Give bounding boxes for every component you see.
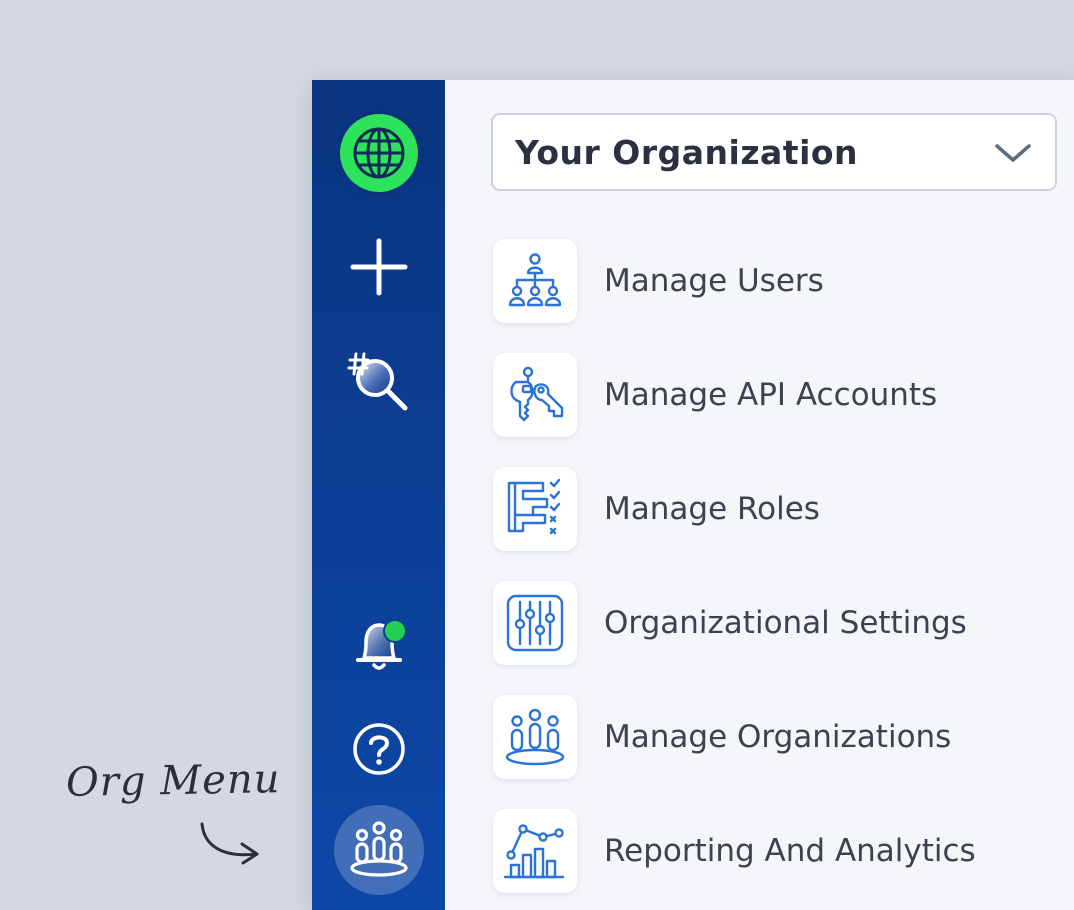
- menu-item-label: Manage Organizations: [604, 719, 952, 755]
- menu-icon-box: [493, 467, 577, 551]
- bell-icon: [355, 619, 407, 670]
- analytics-chart-icon: [503, 824, 565, 879]
- organization-select-value: Your Organization: [515, 132, 859, 172]
- help-button[interactable]: [312, 718, 445, 780]
- plus-icon: [350, 238, 407, 296]
- menu-item-manage-organizations[interactable]: Manage Organizations: [493, 694, 1033, 780]
- menu-item-manage-users[interactable]: Manage Users: [493, 238, 1033, 324]
- create-button[interactable]: [312, 232, 445, 302]
- org-menu-panel: Your Organization Manage Users Manage AP…: [445, 80, 1074, 910]
- organization-icon: [349, 821, 408, 877]
- home-button[interactable]: [312, 114, 445, 192]
- org-menu-button[interactable]: [312, 804, 445, 896]
- menu-item-organizational-settings[interactable]: Organizational Settings: [493, 580, 1033, 666]
- globe-badge: [339, 114, 418, 192]
- hashtag-search-button[interactable]: [312, 346, 445, 418]
- organizations-icon: [505, 708, 565, 766]
- menu-icon-box: [493, 239, 577, 323]
- keys-icon: [510, 366, 564, 422]
- menu-icon-box: [493, 809, 577, 893]
- user-hierarchy-icon: [508, 253, 562, 307]
- notifications-button[interactable]: [312, 615, 445, 679]
- menu-item-label: Reporting And Analytics: [604, 833, 976, 869]
- globe-icon: [353, 127, 404, 179]
- app-window: Your Organization Manage Users Manage AP…: [312, 80, 1074, 910]
- notification-dot: [382, 619, 407, 643]
- menu-icon-box: [493, 581, 577, 665]
- menu-item-label: Manage Users: [604, 263, 824, 299]
- org-menu-active-bg: [333, 805, 424, 895]
- chevron-down-icon: [995, 144, 1031, 162]
- menu-icon-box: [493, 695, 577, 779]
- menu-item-label: Organizational Settings: [604, 605, 967, 641]
- hashtag-search-icon: [347, 352, 407, 411]
- organization-select[interactable]: Your Organization: [491, 113, 1057, 191]
- menu-icon-box: [493, 353, 577, 437]
- menu-item-reporting-and-analytics[interactable]: Reporting And Analytics: [493, 808, 1033, 894]
- org-menu-annotation: Org Menu: [65, 756, 281, 806]
- sliders-icon: [506, 594, 564, 652]
- menu-item-manage-roles[interactable]: Manage Roles: [493, 466, 1033, 552]
- menu-item-label: Manage API Accounts: [604, 377, 938, 413]
- arrow-icon: [200, 822, 259, 865]
- menu-item-label: Manage Roles: [604, 491, 820, 527]
- roles-checklist-icon: [507, 478, 561, 535]
- help-icon: [352, 723, 405, 775]
- sidebar-rail: [312, 80, 445, 910]
- menu-item-manage-api-accounts[interactable]: Manage API Accounts: [493, 352, 1033, 438]
